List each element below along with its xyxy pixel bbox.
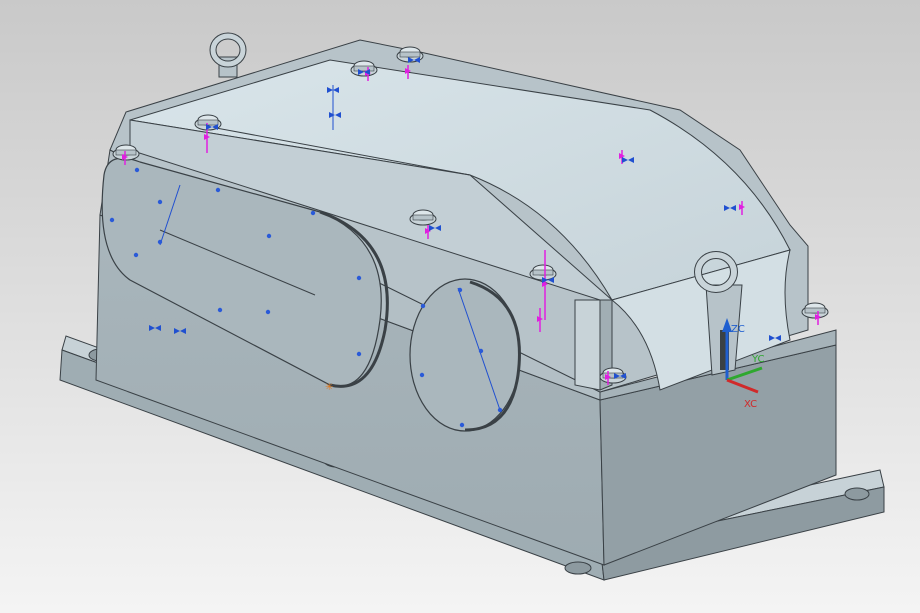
bolt-hole-point [457,287,463,293]
bolt-hole-point [356,275,362,281]
zc-label: ZC [731,324,745,335]
bolt-hole-point [157,239,163,245]
bolt-hole-point [459,422,465,428]
yc-label: YC [751,354,765,365]
anchor-point-icon: ✳ [325,382,333,393]
xc-label: XC [744,399,757,410]
bolt-hole-point [217,307,223,313]
bearing-cover-round[interactable] [409,278,521,432]
bolt-hole-point [266,233,272,239]
bolt-hole-point [265,309,271,315]
bolt-hole-point [310,210,316,216]
base-hole [844,487,870,501]
bolt-hole-point [134,167,140,173]
bolt-hole-point [215,187,221,193]
base-hole [564,561,592,575]
bolt-hole-point [356,351,362,357]
bolt-hole-point [157,199,163,205]
cad-scene[interactable]: ✳ ZC YC XC [0,0,920,613]
bolt-hole-point [478,348,484,354]
bolt-hole-point [419,372,425,378]
bolt-hole-point [420,303,426,309]
bolt-hole-point [109,217,115,223]
bolt-hole-point [133,252,139,258]
lifting-eye[interactable] [209,32,247,78]
graphics-viewport[interactable]: ✳ ZC YC XC [0,0,920,613]
bolt-hole-point [497,407,503,413]
hex-bolt [350,60,378,77]
hex-bolt [409,209,437,226]
